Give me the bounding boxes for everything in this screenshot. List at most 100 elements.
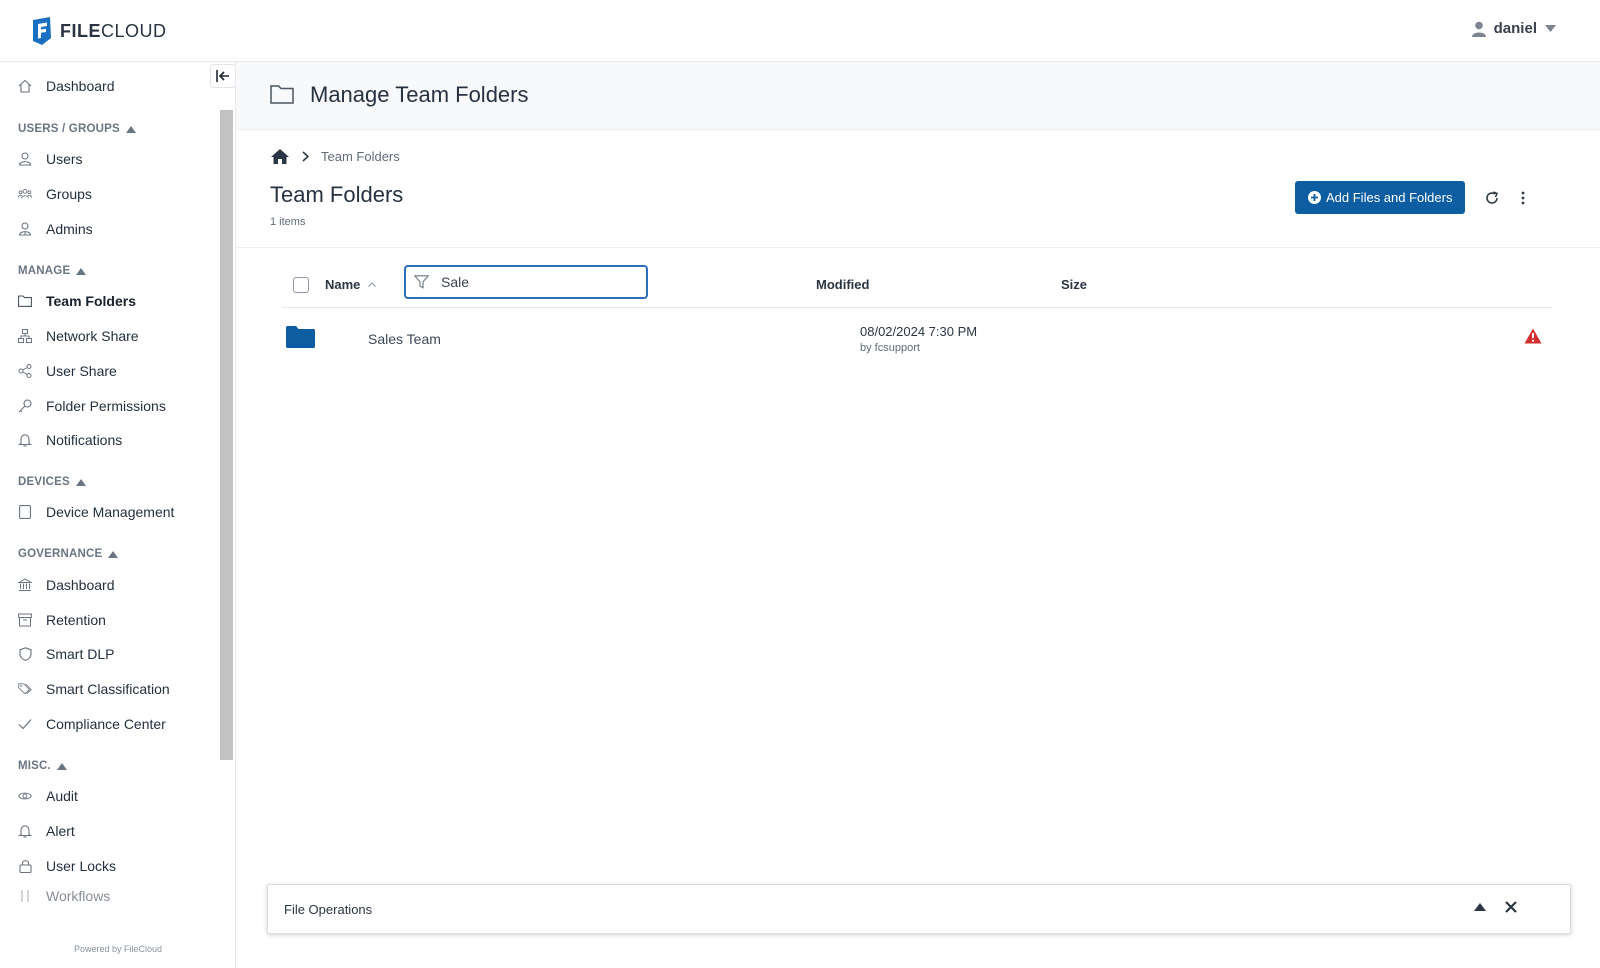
user-menu[interactable]: daniel <box>1471 20 1556 37</box>
warning-icon[interactable] <box>1524 328 1542 344</box>
items-count: 1 items <box>270 216 306 228</box>
caret-up-icon <box>125 125 136 133</box>
sidebar-item-user-share[interactable]: User Share <box>18 359 218 383</box>
sidebar-item-admins[interactable]: Admins <box>18 217 218 241</box>
sidebar-item-label: Smart DLP <box>46 646 115 662</box>
divider <box>236 247 1600 248</box>
sidebar-item-label: Network Share <box>46 328 139 344</box>
more-options-button[interactable] <box>1513 186 1533 210</box>
bell-icon <box>18 433 32 447</box>
caret-up-icon <box>108 550 119 558</box>
folder-icon <box>286 326 315 348</box>
sidebar-item-label: Folder Permissions <box>46 398 166 414</box>
table-row[interactable]: Sales Team 08/02/2024 7:30 PM by fcsuppo… <box>282 310 1552 366</box>
sort-up-icon <box>368 282 377 287</box>
kebab-menu-icon <box>1521 191 1525 205</box>
section-misc[interactable]: MISC. <box>18 760 67 772</box>
sidebar-item-alert[interactable]: Alert <box>18 819 218 843</box>
eye-icon <box>18 789 32 803</box>
home-icon[interactable] <box>270 148 290 165</box>
sidebar-item-workflows[interactable]: Workflows <box>18 888 218 904</box>
section-manage[interactable]: MANAGE <box>18 265 87 277</box>
sidebar-item-label: Groups <box>46 186 92 202</box>
row-name[interactable]: Sales Team <box>368 331 441 347</box>
sidebar-item-label: Dashboard <box>46 577 115 593</box>
column-header-modified[interactable]: Modified <box>816 277 869 292</box>
filter-icon <box>414 275 429 289</box>
section-users-groups[interactable]: USERS / GROUPS <box>18 123 136 135</box>
sidebar-item-label: Compliance Center <box>46 716 166 732</box>
user-icon <box>1471 21 1486 37</box>
groups-icon <box>18 187 32 201</box>
sidebar-item-user-locks[interactable]: User Locks <box>18 854 218 878</box>
collapse-left-icon <box>216 70 229 82</box>
caret-up-icon[interactable] <box>1474 903 1486 911</box>
sidebar-item-network-share[interactable]: Network Share <box>18 324 218 348</box>
caret-up-icon <box>75 478 86 486</box>
sidebar-item-users[interactable]: Users <box>18 147 218 171</box>
sidebar-item-label: Dashboard <box>46 78 115 94</box>
refresh-icon <box>1486 191 1498 204</box>
sidebar-item-label: Device Management <box>46 504 175 520</box>
folder-outline-icon <box>270 85 294 104</box>
name-filter-input[interactable] <box>441 274 631 290</box>
key-icon <box>18 399 32 413</box>
column-header-size[interactable]: Size <box>1061 277 1087 292</box>
sidebar-item-governance-dashboard[interactable]: Dashboard <box>18 573 218 597</box>
sidebar-item-device-management[interactable]: Device Management <box>18 500 218 524</box>
sidebar-item-label: Smart Classification <box>46 681 170 697</box>
user-outline-icon <box>18 152 32 166</box>
sidebar-item-label: Workflows <box>46 888 111 904</box>
plus-circle-icon <box>1308 191 1321 204</box>
chevron-down-icon <box>1545 25 1556 32</box>
file-operations-panel: File Operations <box>267 884 1571 934</box>
row-modified-by: by fcsupport <box>860 342 920 354</box>
sidebar-item-smart-dlp[interactable]: Smart DLP <box>18 642 218 666</box>
refresh-button[interactable] <box>1480 186 1504 210</box>
powered-by: Powered by FileCloud <box>73 944 163 954</box>
workflow-icon <box>18 889 32 903</box>
filecloud-logo-icon <box>33 17 51 45</box>
sidebar-item-folder-permissions[interactable]: Folder Permissions <box>18 394 218 418</box>
section-governance[interactable]: GOVERNANCE <box>18 548 119 560</box>
column-header-name[interactable]: Name <box>325 277 377 292</box>
name-filter-box[interactable] <box>404 265 648 299</box>
caret-up-icon <box>76 267 87 275</box>
main-content: Manage Team Folders Team Folders Team Fo… <box>236 62 1600 968</box>
sidebar-item-label: User Share <box>46 363 117 379</box>
sidebar-item-label: Team Folders <box>46 293 136 309</box>
admin-icon <box>18 222 32 236</box>
breadcrumb: Team Folders <box>270 148 400 165</box>
logo-text: FILECLOUD <box>60 20 167 41</box>
shield-icon <box>18 647 32 661</box>
bell-icon <box>18 824 32 838</box>
lock-icon <box>18 859 32 873</box>
archive-icon <box>18 613 32 627</box>
tablet-icon <box>18 505 32 519</box>
sidebar-scrollbar[interactable] <box>220 110 233 760</box>
sidebar-item-groups[interactable]: Groups <box>18 182 218 206</box>
sidebar-item-retention[interactable]: Retention <box>18 608 218 632</box>
breadcrumb-current[interactable]: Team Folders <box>321 149 400 164</box>
sidebar-item-label: Alert <box>46 823 75 839</box>
sidebar-item-notifications[interactable]: Notifications <box>18 428 218 452</box>
user-name: daniel <box>1493 20 1537 37</box>
sidebar-item-audit[interactable]: Audit <box>18 784 218 808</box>
select-all-checkbox[interactable] <box>293 277 309 293</box>
page-header: Manage Team Folders <box>236 62 1600 130</box>
file-operations-label: File Operations <box>284 902 373 917</box>
sidebar-item-label: Users <box>46 151 83 167</box>
add-files-and-folders-button[interactable]: Add Files and Folders <box>1295 181 1466 214</box>
sidebar-item-compliance-center[interactable]: Compliance Center <box>18 712 218 736</box>
sidebar-item-label: Audit <box>46 788 78 804</box>
sidebar-item-smart-classification[interactable]: Smart Classification <box>18 677 218 701</box>
home-icon <box>18 79 32 93</box>
network-icon <box>18 329 32 343</box>
section-devices[interactable]: DEVICES <box>18 476 86 488</box>
tags-icon <box>18 682 32 696</box>
filecloud-logo[interactable]: FILECLOUD <box>30 16 167 46</box>
sidebar-item-team-folders[interactable]: Team Folders <box>18 289 218 313</box>
sidebar-item-dashboard[interactable]: Dashboard <box>18 74 218 98</box>
close-icon[interactable] <box>1505 901 1517 913</box>
section-title: Team Folders <box>270 182 404 207</box>
